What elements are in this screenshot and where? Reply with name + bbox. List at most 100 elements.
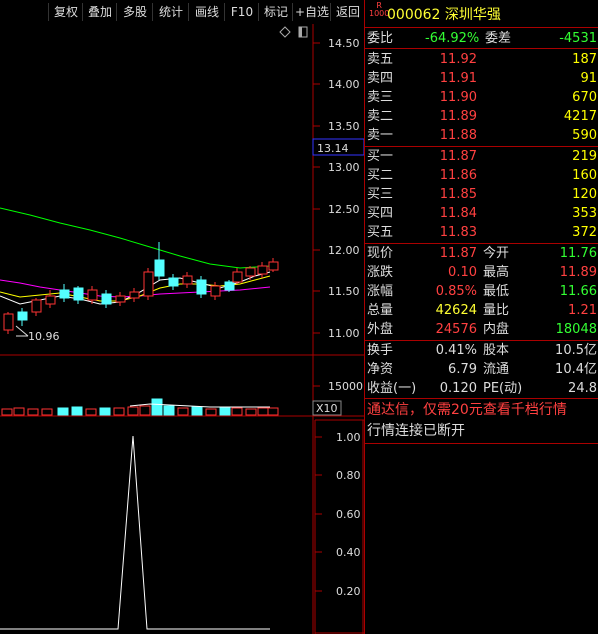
sell-level-2-price: 11.89 [439,109,477,124]
price-tick-label: 13.50 [328,120,360,133]
stats-row-0-value-2: 10.5亿 [555,343,597,358]
buy-level-1[interactable]: 买一 11.87 219 [365,147,598,166]
stock-name: 深圳华强 [444,7,501,23]
volume-bar [219,407,231,416]
weibi-value: -64.92% [425,31,480,46]
volume-bar [1,408,13,416]
low-price-annotation: 10.96 [15,325,60,343]
quote-row-0-value-1: 11.87 [439,246,477,261]
sell-level-3-label: 卖三 [367,90,394,105]
stats-row-2-value-1: 0.120 [439,381,477,396]
buy-level-4-volume: 353 [572,206,597,221]
sell-level-3-price: 11.90 [439,90,477,105]
volume-bar [231,407,243,416]
volume-bar [85,408,97,416]
quote-row-1-label-2: 最高 [483,265,510,280]
price-axis: 14.50 14.00 13.50 13.00 12.50 12.00 11.50 11.00 [313,37,360,340]
price-tick-label: 13.00 [328,161,360,174]
volume-bar [57,407,69,416]
candle-body [73,287,84,301]
sell-level-5[interactable]: 卖五 11.92 187 [365,50,598,69]
candle-body [168,277,179,287]
quote-row-3-label-2: 量比 [483,303,510,318]
sell-level-1-label: 卖一 [367,128,394,143]
candle-body [257,265,268,275]
indicator-tick-label: 0.80 [336,469,361,482]
candle-body [182,275,193,285]
quote-row-4: 外盘 24576 内盘 18048 [365,320,598,339]
sell-level-1[interactable]: 卖一 11.88 590 [365,126,598,145]
connection-status: 行情连接已断开 [367,423,465,439]
sell-level-1-price: 11.88 [439,128,477,143]
buy-level-5[interactable]: 买五 11.83 372 [365,223,598,242]
candle-body [196,279,207,295]
sell-level-2[interactable]: 卖二 11.89 4217 [365,107,598,126]
volume-bar [41,408,53,416]
volume-bar [13,407,25,416]
volume-bar [205,408,217,416]
stock-code: 000062 [387,7,441,23]
indicator-tick-label: 1.00 [336,431,361,444]
quote-row-0-value-2: 11.76 [559,246,597,261]
candle-body [101,293,112,305]
buy-level-3-label: 买三 [367,187,394,202]
candle-body [87,289,98,301]
window-toggle-icon[interactable] [298,26,308,38]
quote-row-3-value-2: 1.21 [568,303,597,318]
volume-bar [191,406,203,416]
indicator-tick-label: 0.40 [336,546,361,559]
buy-level-3-volume: 120 [572,187,597,202]
sell-level-4-label: 卖四 [367,71,394,86]
stats-row-2: 收益(一) 0.120 PE(动) 24.8 [365,379,598,398]
candle-body [45,295,56,305]
candle-body [115,295,126,303]
stats-row-0: 换手 0.41% 股本 10.5亿 [365,341,598,360]
quote-row-1: 涨跌 0.10 最高 11.89 [365,263,598,282]
buy-level-5-volume: 372 [572,225,597,240]
candle-body [154,259,165,277]
quote-panel: R 1000 000062 深圳华强 委比 -64.92% 委差 -4531 卖… [364,0,598,634]
diamond-icon[interactable] [279,26,291,38]
sell-level-5-price: 11.92 [439,52,477,67]
sell-level-3[interactable]: 卖三 11.90 670 [365,88,598,107]
kline-chart[interactable]: 14.50 14.00 13.50 13.00 12.50 12.00 11.50 11.00… [0,0,364,634]
buy-level-2[interactable]: 买二 11.86 160 [365,166,598,185]
candle-body [268,261,279,271]
quote-row-2-label-2: 最低 [483,284,510,299]
buy-level-4[interactable]: 买四 11.84 353 [365,204,598,223]
volume-bar [27,408,39,416]
indicator-tick-label: 0.60 [336,508,361,521]
quote-row-2-value-2: 11.66 [559,284,597,299]
buy-level-2-label: 买二 [367,168,394,183]
quote-row-4-label-1: 外盘 [367,322,394,337]
price-tick-label: 12.00 [328,244,360,257]
promo-notice[interactable]: 通达信，仅需20元查看千档行情 [367,401,567,420]
quote-row-3-value-1: 42624 [435,303,477,318]
order-ratio-row: 委比 -64.92% 委差 -4531 [365,29,598,48]
volume-bar [257,407,269,416]
candle-body [143,271,154,297]
volume-unit: X10 [316,402,338,415]
volume-bar [113,407,125,416]
weicha-label: 委差 [485,31,512,46]
low-price-label: 10.96 [28,330,60,343]
price-tick-label: 14.50 [328,37,360,50]
quote-row-1-value-1: 0.10 [448,265,477,280]
quote-row-2: 涨幅 0.85% 最低 11.66 [365,282,598,301]
quote-row-4-value-2: 18048 [555,322,597,337]
current-price-marker-label: 13.14 [317,142,349,155]
buy-level-1-label: 买一 [367,149,394,164]
candle-body [210,285,221,297]
volume-bar [127,406,139,416]
volume-bar [71,406,83,416]
price-tick-label: 14.00 [328,78,360,91]
buy-level-3[interactable]: 买三 11.85 120 [365,185,598,204]
buy-level-1-volume: 219 [572,149,597,164]
candle-body [129,291,140,299]
quote-row-4-label-2: 内盘 [483,322,510,337]
price-tick-label: 12.50 [328,203,360,216]
volume-bar [177,407,189,416]
sell-level-4[interactable]: 卖四 11.91 91 [365,69,598,88]
buy-level-1-price: 11.87 [439,149,477,164]
candle-body [17,311,28,321]
